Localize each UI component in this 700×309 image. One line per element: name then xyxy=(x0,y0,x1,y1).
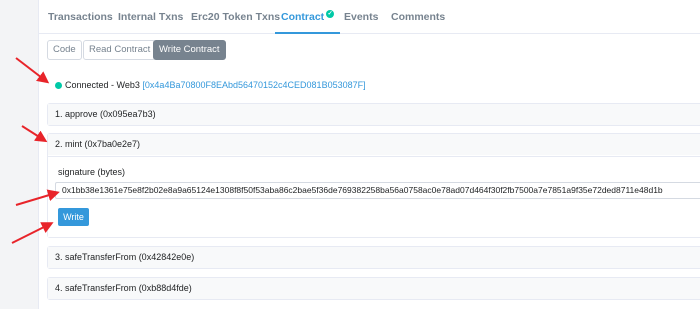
function-safe-transfer-from-1-header[interactable]: 3. safeTransferFrom (0x42842e0e) xyxy=(48,247,700,268)
tab-comments[interactable]: Comments xyxy=(391,0,445,34)
param-label-signature: signature (bytes) xyxy=(58,167,126,177)
function-approve-header[interactable]: 1. approve (0x095ea7b3) xyxy=(48,104,700,125)
connected-dot-icon xyxy=(55,82,62,89)
function-safe-transfer-from-2: 4. safeTransferFrom (0xb88d4fde) xyxy=(47,277,700,300)
tab-erc20-token-txns[interactable]: Erc20 Token Txns xyxy=(191,0,280,34)
subtab-code[interactable]: Code xyxy=(47,40,82,60)
connection-status: Connected - Web3 [0x4a4Ba70800F8EAbd5647… xyxy=(55,80,366,90)
function-mint: 2. mint (0x7ba0e2e7) signature (bytes) 0… xyxy=(47,133,700,238)
connected-address-link[interactable]: 0x4a4Ba70800F8EAbd56470152c4CED081B05308… xyxy=(145,80,363,90)
function-mint-header[interactable]: 2. mint (0x7ba0e2e7) xyxy=(48,134,700,155)
page: Transactions Internal Txns Erc20 Token T… xyxy=(0,0,700,309)
contract-card: Transactions Internal Txns Erc20 Token T… xyxy=(38,0,700,309)
write-button[interactable]: Write xyxy=(58,208,89,226)
subtab-read-contract[interactable]: Read Contract xyxy=(83,40,157,60)
tab-contract-label: Contract xyxy=(281,11,325,23)
function-safe-transfer-from-1: 3. safeTransferFrom (0x42842e0e) xyxy=(47,246,700,269)
signature-input[interactable]: 0x1bb38e1361e75e8f2b02e8a9a65124e1308f8f… xyxy=(55,182,700,199)
tab-events[interactable]: Events xyxy=(344,0,378,34)
function-approve: 1. approve (0x095ea7b3) xyxy=(47,103,700,126)
verified-check-icon: ✓ xyxy=(326,10,335,18)
tab-bar: Transactions Internal Txns Erc20 Token T… xyxy=(39,0,700,34)
tab-transactions[interactable]: Transactions xyxy=(48,0,113,34)
bracket-close: ] xyxy=(363,80,366,90)
subtab-write-contract[interactable]: Write Contract xyxy=(153,40,226,60)
tab-internal-txns[interactable]: Internal Txns xyxy=(118,0,183,34)
tab-contract[interactable]: Contract ✓ xyxy=(275,0,341,34)
connection-label: Connected - Web3 xyxy=(65,80,140,90)
function-safe-transfer-from-2-header[interactable]: 4. safeTransferFrom (0xb88d4fde) xyxy=(48,278,700,299)
